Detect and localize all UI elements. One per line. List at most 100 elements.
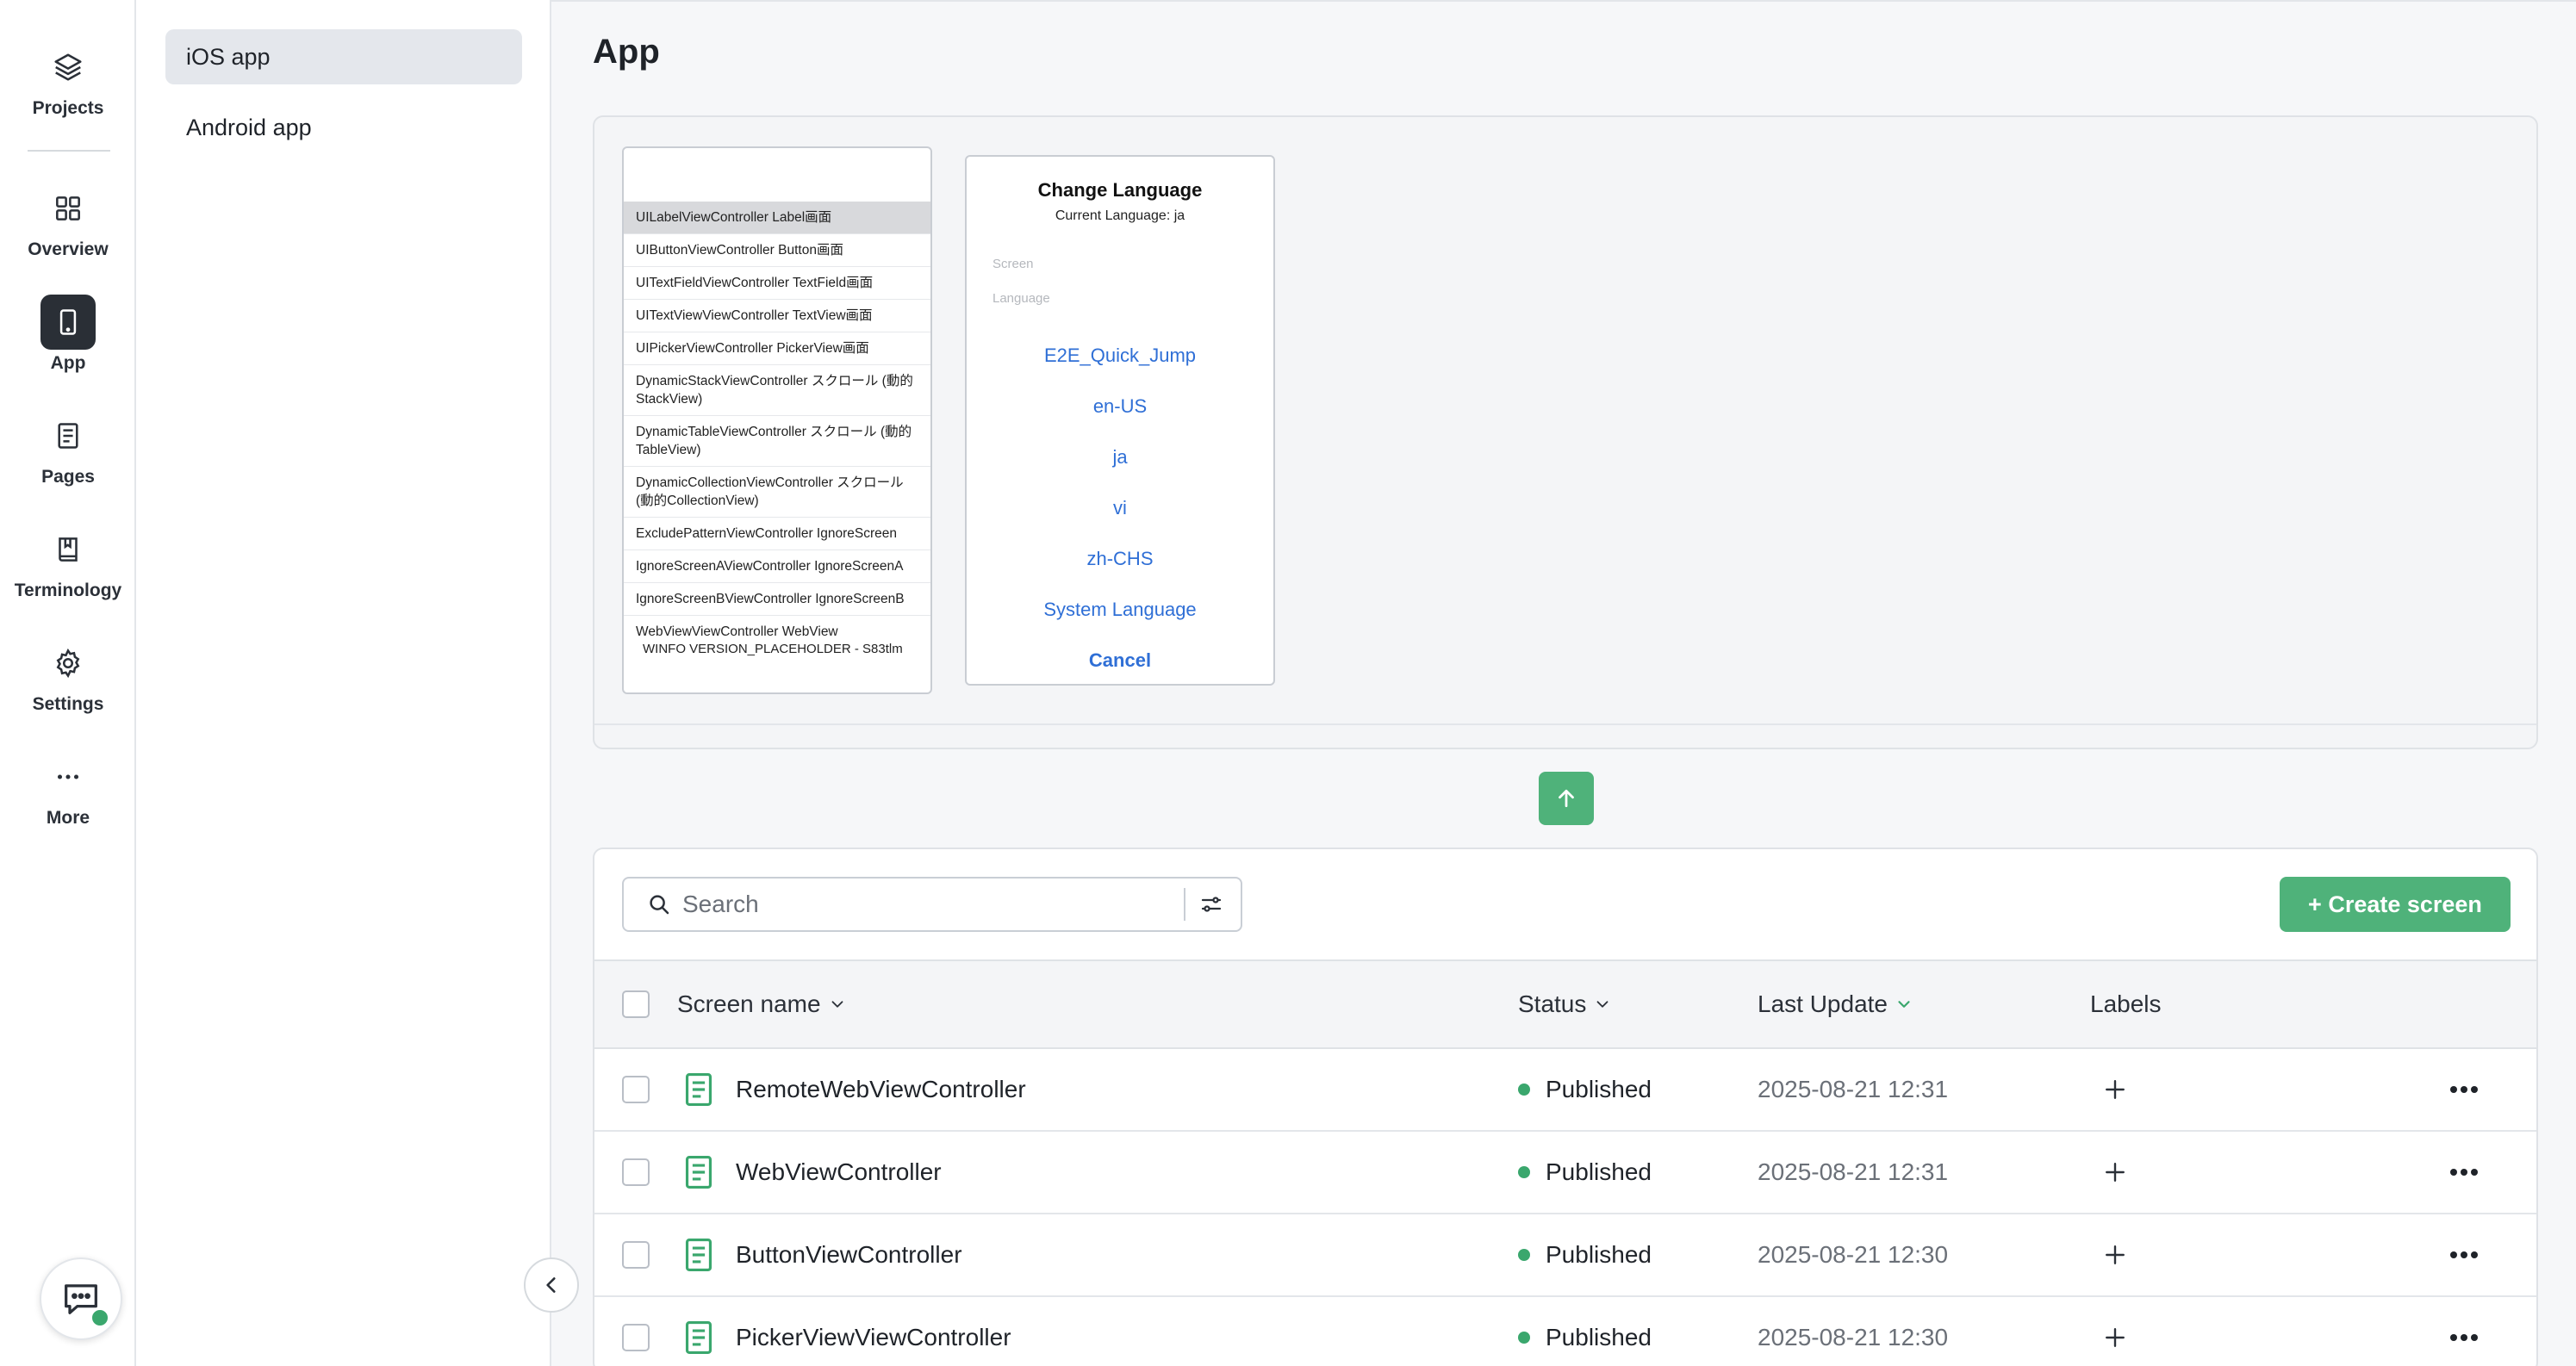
row-checkbox[interactable]	[622, 1158, 650, 1186]
row-more-button[interactable]	[2448, 1132, 2480, 1213]
row-checkbox[interactable]	[622, 1324, 650, 1351]
add-label-button[interactable]	[2104, 1132, 2126, 1213]
status-badge: Published	[1518, 1214, 1652, 1295]
chevron-down-icon	[1895, 995, 1913, 1014]
screen-file-icon	[682, 1049, 715, 1130]
column-header-labels: Labels	[2090, 961, 2162, 1047]
panel-item-ios-app[interactable]: iOS app	[165, 29, 522, 84]
last-update: 2025-08-21 12:30	[1758, 1241, 1949, 1268]
dialog-subtitle: Current Language: ja	[1055, 208, 1185, 223]
last-update: 2025-08-21 12:31	[1758, 1076, 1949, 1102]
screen-name[interactable]: ButtonViewController	[736, 1214, 962, 1295]
column-label: Status	[1518, 990, 1587, 1017]
select-all-checkbox[interactable]	[622, 990, 650, 1018]
more-horizontal-icon	[2450, 1334, 2478, 1341]
table-row[interactable]: ButtonViewController Published 2025-08-2…	[594, 1214, 2536, 1297]
screen-name[interactable]: PickerViewViewController	[736, 1297, 1011, 1366]
row-checkbox[interactable]	[622, 1076, 650, 1103]
rail-item-more[interactable]: More	[0, 749, 136, 829]
grid-icon	[40, 181, 96, 236]
plus-icon	[2106, 1328, 2125, 1347]
add-label-button[interactable]	[2104, 1297, 2126, 1366]
column-header-last-update[interactable]: Last Update	[1758, 961, 1913, 1047]
gear-icon	[40, 636, 96, 691]
rail-label: Pages	[41, 467, 95, 487]
table-row[interactable]: RemoteWebViewController Published 2025-0…	[594, 1049, 2536, 1132]
more-horizontal-icon	[2450, 1251, 2478, 1258]
table-header: Screen name Status Last Update Labels	[594, 959, 2536, 1049]
table-row[interactable]: WebViewController Published 2025-08-21 1…	[594, 1132, 2536, 1214]
status-badge: Published	[1518, 1132, 1652, 1213]
chevron-left-icon	[546, 1277, 556, 1293]
panel-item-android-app[interactable]: Android app	[165, 100, 522, 155]
column-header-screen-name[interactable]: Screen name	[677, 961, 847, 1047]
row-checkbox[interactable]	[622, 1241, 650, 1269]
column-label: Last Update	[1758, 990, 1888, 1017]
main-content: App UILabelViewController Label画面 UIButt…	[551, 0, 2576, 1366]
row-more-button[interactable]	[2448, 1049, 2480, 1130]
screen-list-card: + Create screen Screen name Status Last …	[593, 848, 2538, 1366]
phone-preview-dialog[interactable]: Change Language Current Language: ja Scr…	[965, 155, 1275, 686]
dialog-option: vi	[1113, 497, 1127, 518]
phone-list-row: ExcludePatternViewController IgnoreScree…	[624, 518, 930, 550]
table-row[interactable]: PickerViewViewController Published 2025-…	[594, 1297, 2536, 1366]
rail-item-pages[interactable]: Pages	[0, 408, 136, 487]
status-text: Published	[1546, 1241, 1652, 1268]
filter-button[interactable]	[1185, 879, 1237, 930]
phone-preview-list[interactable]: UILabelViewController Label画面 UIButtonVi…	[622, 146, 932, 694]
more-horizontal-icon	[2450, 1169, 2478, 1176]
page-title: App	[593, 33, 660, 71]
column-label: Labels	[2090, 990, 2162, 1017]
column-header-status[interactable]: Status	[1518, 961, 1612, 1047]
sliders-icon	[1201, 897, 1222, 912]
screen-file-icon	[682, 1297, 715, 1366]
dialog-option: ja	[1112, 446, 1128, 468]
dialog-option: zh-CHS	[1086, 548, 1154, 569]
add-label-button[interactable]	[2104, 1049, 2126, 1130]
arrow-up-icon	[1559, 789, 1574, 808]
layers-icon	[40, 40, 96, 95]
dialog-field-screen: Screen	[992, 257, 1034, 271]
more-icon	[40, 749, 96, 804]
add-label-button[interactable]	[2104, 1214, 2126, 1295]
phone-list-row: IgnoreScreenBViewController IgnoreScreen…	[624, 583, 930, 616]
rail-item-settings[interactable]: Settings	[0, 636, 136, 715]
rail-label: More	[46, 808, 90, 828]
dialog-title: Change Language	[1037, 179, 1203, 201]
status-dot	[1518, 1249, 1530, 1261]
online-status-dot	[90, 1307, 110, 1328]
rail-label: Overview	[28, 239, 109, 259]
screen-name[interactable]: RemoteWebViewController	[736, 1049, 1026, 1130]
preview-divider	[594, 723, 2536, 725]
phone-list-row: DynamicCollectionViewController スクロール (動…	[624, 467, 930, 518]
status-dot	[1518, 1083, 1530, 1096]
phone-list-row: UITextFieldViewController TextField画面	[624, 267, 930, 300]
search-input[interactable]	[682, 891, 1182, 918]
row-more-button[interactable]	[2448, 1214, 2480, 1295]
phone-list-row: UITextViewViewController TextView画面	[624, 300, 930, 332]
rail-item-app[interactable]: App	[0, 295, 136, 374]
rail-item-overview[interactable]: Overview	[0, 181, 136, 260]
row-more-button[interactable]	[2448, 1297, 2480, 1366]
rail-label: Terminology	[14, 581, 122, 600]
phone-icon	[40, 295, 96, 350]
dialog-cancel: Cancel	[1088, 649, 1152, 671]
phone-list-row: WebViewViewController WebView	[636, 624, 838, 639]
create-screen-button[interactable]: + Create screen	[2280, 877, 2511, 932]
screen-name[interactable]: WebViewController	[736, 1132, 942, 1213]
chat-support-button[interactable]	[40, 1257, 122, 1340]
more-horizontal-icon	[2450, 1086, 2478, 1093]
status-dot	[1518, 1166, 1530, 1178]
status-text: Published	[1546, 1324, 1652, 1350]
rail-item-terminology[interactable]: Terminology	[0, 522, 136, 601]
rail-item-projects[interactable]: Projects	[0, 40, 136, 119]
phone-list-row: UILabelViewController Label画面	[624, 202, 930, 234]
status-text: Published	[1546, 1158, 1652, 1185]
scroll-up-button[interactable]	[1539, 772, 1594, 825]
collapse-panel-button[interactable]	[524, 1257, 579, 1313]
icon-rail: Projects Overview App Pages Terminology …	[0, 0, 136, 1366]
top-divider	[551, 0, 2576, 2]
document-icon	[40, 408, 96, 463]
app-list-panel: iOS app Android app	[136, 0, 551, 1366]
status-text: Published	[1546, 1076, 1652, 1102]
